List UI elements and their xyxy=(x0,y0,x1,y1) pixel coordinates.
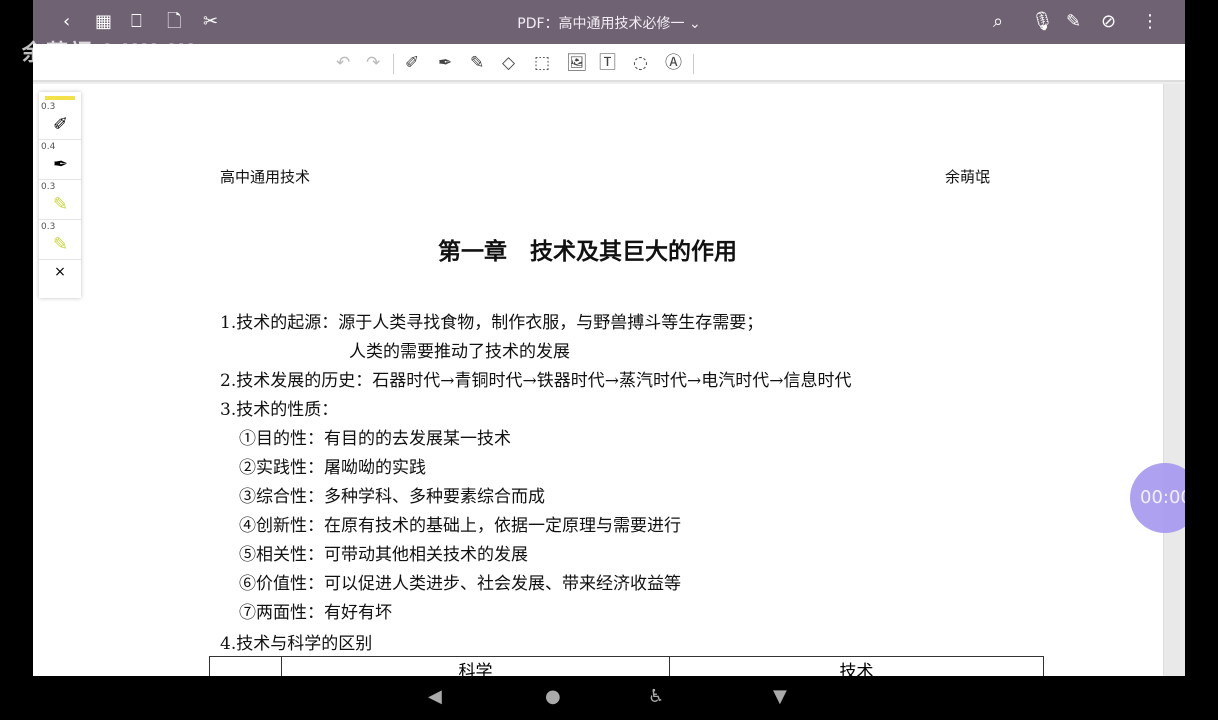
pen-presets-panel: 0.3 ✐ 0.4 ✒ 0.3 ✎ 0.3 ✎ × xyxy=(39,92,81,298)
pen-preset[interactable]: 0.3 ✐ xyxy=(39,100,81,140)
pen-preset[interactable]: 0.3 ✎ xyxy=(39,180,81,220)
header-right: 余萌氓 xyxy=(945,168,991,186)
table-header xyxy=(209,656,282,676)
header-left: 高中通用技术 xyxy=(220,168,311,186)
annotation-toolbar: ↶ ↷ ✐ ✒ ✎ ◇ ⬚ 🖼 🅃 ◌ Ⓐ xyxy=(33,44,1185,82)
title-bar: ‹ ▦ ⎕ 🗋 ✂ PDF：高中通用技术必修一 ⌄ ⌕ 🎙 ✎ ⊘ ⋮ xyxy=(33,0,1185,44)
pdf-page[interactable]: 高中通用技术 余萌氓 第一章 技术及其巨大的作用 1.技术的起源：源于人类寻找食… xyxy=(33,84,1163,676)
pen-width: 0.3 xyxy=(41,102,56,112)
scrollbar[interactable] xyxy=(1163,84,1185,676)
hide-icon[interactable]: ⊘ xyxy=(1101,12,1116,32)
document-title[interactable]: PDF：高中通用技术必修一 ⌄ xyxy=(33,13,1185,33)
close-icon[interactable]: × xyxy=(39,260,81,280)
text-line: 1.技术的起源：源于人类寻找食物，制作衣服，与野兽搏斗等生存需要； xyxy=(220,313,764,333)
pdf-app: ‹ ▦ ⎕ 🗋 ✂ PDF：高中通用技术必修一 ⌄ ⌕ 🎙 ✎ ⊘ ⋮ ↶ ↷ … xyxy=(33,0,1185,676)
text-select-icon[interactable]: Ⓐ xyxy=(665,53,682,73)
text-line: 2.技术发展的历史：石器时代→青铜时代→铁器时代→蒸汽时代→电汽时代→信息时代 xyxy=(220,371,852,391)
undo-icon[interactable]: ↶ xyxy=(336,53,350,73)
highlighter-icon: ✎ xyxy=(53,234,69,255)
pen-width: 0.3 xyxy=(41,182,56,192)
text-box-icon[interactable]: 🅃 xyxy=(599,53,616,73)
text-line: ⑦两面性：有好有坏 xyxy=(239,603,392,623)
text-line: 人类的需要推动了技术的发展 xyxy=(349,342,570,362)
divider xyxy=(393,54,394,74)
text-line: 4.技术与科学的区别 xyxy=(220,634,373,654)
back-icon[interactable]: ◀ xyxy=(428,686,442,707)
pen-icon[interactable]: ✎ xyxy=(1066,12,1081,32)
highlighter-icon[interactable]: ✎ xyxy=(470,53,484,73)
lasso-select-icon[interactable]: ⬚ xyxy=(534,53,550,73)
shape-icon[interactable]: ◌ xyxy=(633,53,648,73)
text-line: ⑥价值性：可以促进人类进步、社会发展、带来经济收益等 xyxy=(239,574,681,594)
pencil-icon: ✐ xyxy=(53,114,69,135)
watermark-logo: 余萌氓 bilibili xyxy=(22,41,197,66)
search-icon[interactable]: ⌕ xyxy=(993,12,1003,32)
divider xyxy=(693,54,694,74)
pen-icon: ✒ xyxy=(53,154,69,175)
pen-width: 0.4 xyxy=(41,142,56,152)
chapter-title: 第一章 技术及其巨大的作用 xyxy=(438,238,737,265)
microphone-icon[interactable]: 🎙 xyxy=(1031,12,1054,32)
accessibility-icon[interactable]: ♿ xyxy=(648,686,664,707)
comparison-table: 科学 技术 xyxy=(209,656,1044,676)
table-header: 技术 xyxy=(669,656,1044,676)
highlighter-icon: ✎ xyxy=(53,194,69,215)
text-line: ②实践性：屠呦呦的实践 xyxy=(239,458,426,478)
android-nav-bar: ◀ ● ♿ ▼ xyxy=(0,676,1218,720)
table-header: 科学 xyxy=(281,656,670,676)
home-icon[interactable]: ● xyxy=(545,686,561,707)
dropdown-icon[interactable]: ▼ xyxy=(773,686,787,707)
text-line: ⑤相关性：可带动其他相关技术的发展 xyxy=(239,545,528,565)
more-icon[interactable]: ⋮ xyxy=(1141,12,1159,32)
pencil-icon[interactable]: ✐ xyxy=(405,53,419,73)
eraser-icon[interactable]: ◇ xyxy=(502,53,515,73)
pen-preset[interactable]: 0.3 ✎ xyxy=(39,220,81,260)
pen-width: 0.3 xyxy=(41,222,56,232)
text-line: ①目的性：有目的的去发展某一技术 xyxy=(239,429,511,449)
image-icon[interactable]: 🖼 xyxy=(566,53,588,73)
redo-icon[interactable]: ↷ xyxy=(366,53,380,73)
pen-icon[interactable]: ✒ xyxy=(438,53,452,73)
text-line: 3.技术的性质： xyxy=(220,400,339,420)
text-line: ④创新性：在原有技术的基础上，依据一定原理与需要进行 xyxy=(239,516,681,536)
pen-preset[interactable]: 0.4 ✒ xyxy=(39,140,81,180)
text-line: ③综合性：多种学科、多种要素综合而成 xyxy=(239,487,545,507)
